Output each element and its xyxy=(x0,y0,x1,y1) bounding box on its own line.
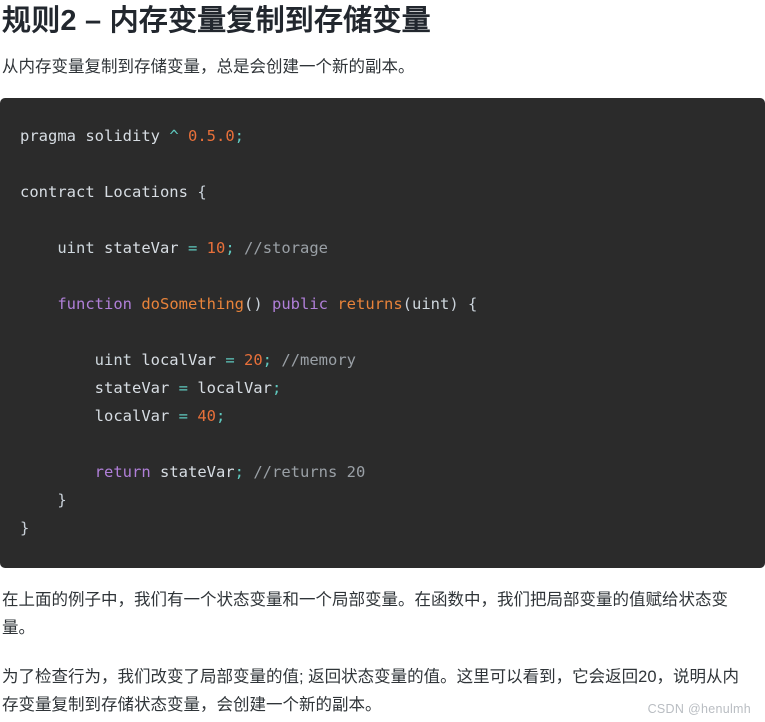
explanation-paragraph-1: 在上面的例子中，我们有一个状态变量和一个局部变量。在函数中，我们把局部变量的值赋… xyxy=(2,590,728,638)
code-line: uint localVar = 20; //memory xyxy=(94,350,357,369)
code-line: } xyxy=(20,518,30,537)
code-line: } xyxy=(57,490,67,509)
code-line: function doSomething() public returns(ui… xyxy=(57,294,478,313)
code-line: uint stateVar = 10; //storage xyxy=(57,238,329,257)
code-line: return stateVar; //returns 20 xyxy=(94,462,366,481)
article-page: 规则2 – 内存变量复制到存储变量 从内存变量复制到存储变量，总是会创建一个新的… xyxy=(0,0,765,722)
page-title: 规则2 – 内存变量复制到存储变量 xyxy=(2,5,431,37)
code-line: stateVar = localVar; xyxy=(20,378,282,397)
code-block[interactable]: pragma solidity ^ 0.5.0; contract Locati… xyxy=(0,97,765,568)
watermark: CSDN @henulmh xyxy=(647,702,751,716)
code-content[interactable]: pragma solidity ^ 0.5.0; contract Locati… xyxy=(0,122,765,542)
lead-paragraph: 从内存变量复制到存储变量，总是会创建一个新的副本。 xyxy=(2,58,415,77)
code-line: contract Locations { xyxy=(20,182,207,201)
code-line: pragma solidity ^ 0.5.0; xyxy=(20,126,245,145)
code-line: localVar = 40; xyxy=(20,406,226,425)
explanation-paragraph-2: 为了检查行为，我们改变了局部变量的值; 返回状态变量的值。这里可以看到，它会返回… xyxy=(2,667,740,715)
